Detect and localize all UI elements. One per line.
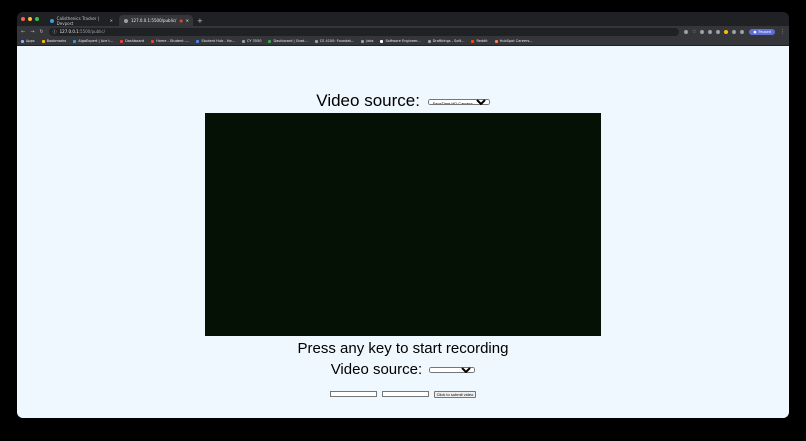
extension-icon-4[interactable] xyxy=(724,29,729,34)
close-tab-icon[interactable]: ✕ xyxy=(186,18,189,23)
text-input-2[interactable] xyxy=(381,391,429,397)
bookmark-bookmarks[interactable]: Bookmarks xyxy=(41,39,66,43)
bookmark-draftkings[interactable]: Draftkings - Soft... xyxy=(427,39,464,43)
canvas-icon xyxy=(120,39,124,43)
submit-video-button[interactable]: Click to submit video xyxy=(433,391,477,398)
puzzle-icon[interactable] xyxy=(740,29,745,34)
bookmark-hubspot[interactable]: HubSpot Careers... xyxy=(494,39,533,43)
info-icon[interactable]: ⓘ xyxy=(53,29,57,35)
tab-label: 127.0.0.1:5500/public/ xyxy=(131,18,177,23)
address-bar[interactable]: ⓘ 127.0.0.1:5500/public/ xyxy=(48,27,679,36)
page-content: Video source: FaceTime HD Camera Press a… xyxy=(17,46,789,418)
extension-icon-2[interactable] xyxy=(708,29,713,34)
gradescope-icon xyxy=(268,39,272,43)
video-source-heading: Video source: FaceTime HD Camera xyxy=(17,91,789,111)
back-icon[interactable]: ← xyxy=(21,29,25,35)
address-host: 127.0.0.1 xyxy=(59,29,79,34)
forward-icon[interactable]: → xyxy=(30,29,34,35)
video-source-label-2: Video source: xyxy=(330,361,423,378)
hubspot-icon xyxy=(494,39,498,43)
tab-localhost[interactable]: 127.0.0.1:5500/public/ ● ✕ xyxy=(119,15,193,26)
bookmark-cy3550[interactable]: CY 3550 xyxy=(241,39,261,43)
address-path: :5500/public/ xyxy=(78,29,105,34)
camera-indicator-icon[interactable] xyxy=(683,29,688,34)
profile-status: Paused xyxy=(758,29,771,34)
tab-calisthenics[interactable]: Calisthenics Tracker | Devpost ✕ xyxy=(45,15,117,26)
neu-icon xyxy=(151,39,155,43)
algoexpert-icon xyxy=(73,39,77,43)
devpost-favicon-icon xyxy=(50,18,54,23)
bookmarks-bar: Apps Bookmarks AlgoExpert | Ace t... Das… xyxy=(17,37,789,46)
new-tab-icon[interactable]: + xyxy=(197,17,203,25)
menu-icon[interactable]: ⋮ xyxy=(780,29,785,35)
tab-label: Calisthenics Tracker | Devpost xyxy=(56,15,100,26)
globe-icon xyxy=(314,39,318,43)
globe-icon xyxy=(241,39,245,43)
reddit-icon xyxy=(471,39,475,43)
bookmark-jobs[interactable]: Jobs xyxy=(361,39,373,43)
bookmark-home-student[interactable]: Home - Student -... xyxy=(151,39,189,43)
extension-icon-3[interactable] xyxy=(716,29,721,34)
submit-form: Click to submit video xyxy=(17,391,789,398)
student-hub-icon xyxy=(196,39,200,43)
globe-favicon-icon xyxy=(124,18,128,23)
extension-icon-1[interactable] xyxy=(700,29,705,34)
bookmark-cs4100[interactable]: CS 4100: Foundat... xyxy=(314,39,354,43)
draftkings-icon xyxy=(427,39,431,43)
record-instruction: Press any key to start recording xyxy=(297,340,509,357)
window-controls xyxy=(21,17,39,21)
video-preview xyxy=(205,113,601,336)
browser-toolbar: ← → ↻ ⓘ 127.0.0.1:5500/public/ ☆ ● Pause… xyxy=(17,26,789,37)
bookmark-reddit[interactable]: Reddit xyxy=(471,39,488,43)
recording-indicator-icon: ● xyxy=(179,18,184,23)
reload-icon[interactable]: ↻ xyxy=(39,29,43,35)
bookmark-apps[interactable]: Apps xyxy=(21,39,35,43)
zoom-window-icon[interactable] xyxy=(35,17,39,21)
page-icon xyxy=(380,39,384,43)
bookmark-star-icon[interactable]: ☆ xyxy=(692,29,696,35)
star-icon xyxy=(41,39,45,43)
close-window-icon[interactable] xyxy=(21,17,25,21)
extension-icons: ☆ xyxy=(683,29,745,35)
video-source-select-2[interactable] xyxy=(429,367,476,374)
bookmark-gradescope[interactable]: Dashboard | Grad... xyxy=(268,39,308,43)
minimize-window-icon[interactable] xyxy=(28,17,32,21)
bookmark-software-engineer[interactable]: Software Engineer... xyxy=(380,39,421,43)
apps-icon xyxy=(21,39,24,43)
browser-window: Calisthenics Tracker | Devpost ✕ 127.0.0… xyxy=(17,12,789,418)
tab-strip: Calisthenics Tracker | Devpost ✕ 127.0.0… xyxy=(17,12,789,26)
video-source-select[interactable]: FaceTime HD Camera xyxy=(427,98,490,105)
avatar: ● xyxy=(753,29,757,34)
folder-icon xyxy=(361,39,365,43)
bookmark-dashboard[interactable]: Dashboard xyxy=(120,39,144,43)
text-input-1[interactable] xyxy=(329,391,377,397)
bookmark-algoexpert[interactable]: AlgoExpert | Ace t... xyxy=(73,39,113,43)
close-tab-icon[interactable]: ✕ xyxy=(110,18,113,23)
video-source-label: Video source: xyxy=(316,91,420,110)
video-source-heading-2: Video source: xyxy=(17,361,789,378)
extension-icon-5[interactable] xyxy=(732,29,737,34)
profile-button[interactable]: ● Paused xyxy=(749,28,775,35)
bookmark-student-hub[interactable]: Student Hub - Ho... xyxy=(196,39,235,43)
